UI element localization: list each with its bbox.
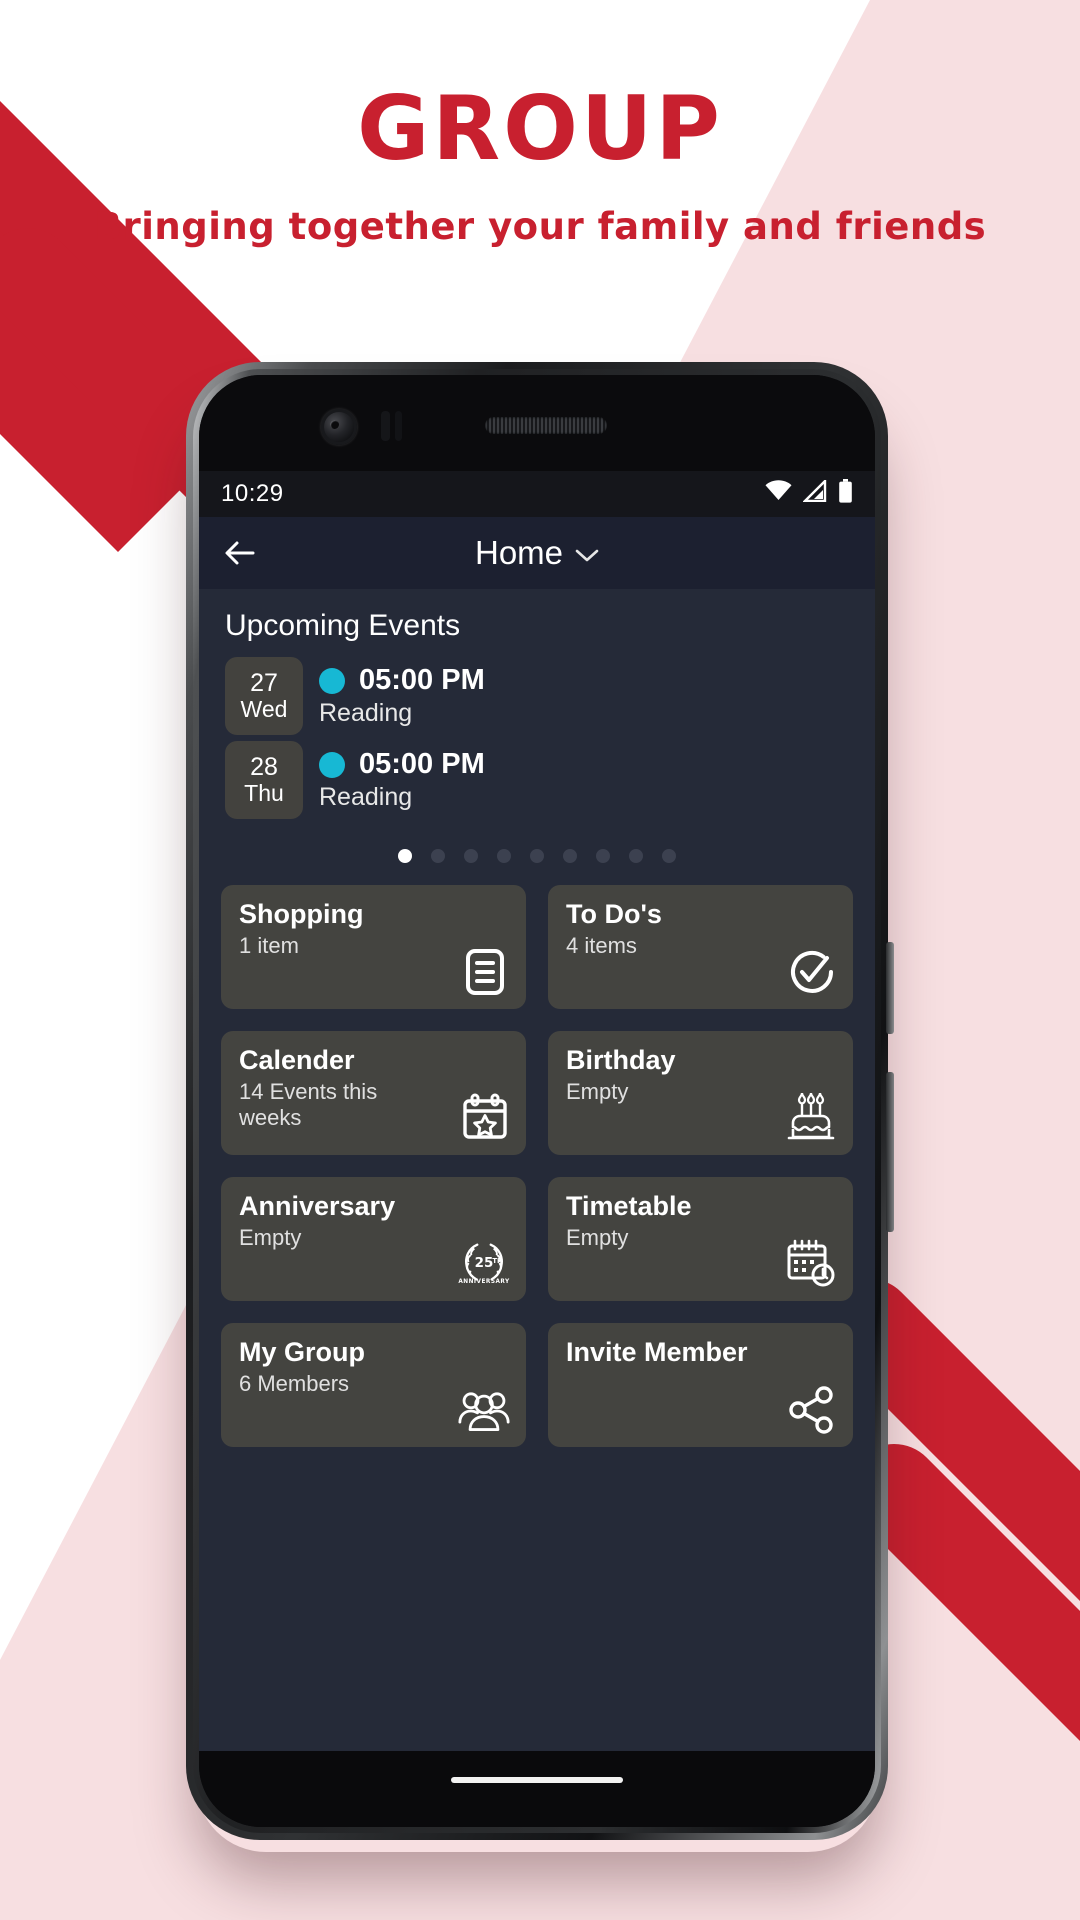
feature-card-grid: Shopping 1 item To Do's 4 items Calender… — [199, 885, 875, 1447]
upcoming-events-heading: Upcoming Events — [225, 609, 461, 642]
card-my-group[interactable]: My Group 6 Members — [221, 1323, 526, 1447]
card-title: Shopping — [239, 899, 364, 929]
home-content: Upcoming Events 27 Wed 05:00 PM Reading … — [199, 589, 875, 1761]
card-subtitle: 4 items — [566, 933, 637, 959]
event-day: 27 — [250, 668, 278, 697]
event-details: 05:00 PM Reading — [319, 664, 485, 728]
card-invite-member[interactable]: Invite Member — [548, 1323, 853, 1447]
birthday-cake-icon — [785, 1091, 837, 1143]
signal-icon — [802, 477, 827, 509]
svg-text:TH: TH — [492, 1257, 503, 1265]
card-subtitle: Empty — [566, 1079, 629, 1105]
carousel-dot[interactable] — [431, 849, 445, 863]
card-timetable[interactable]: Timetable Empty — [548, 1177, 853, 1301]
status-bar-icons — [765, 477, 853, 510]
calendar-star-icon — [458, 1091, 510, 1143]
check-circle-icon — [785, 945, 837, 997]
share-icon — [785, 1383, 837, 1435]
battery-icon — [838, 478, 853, 510]
power-button[interactable] — [886, 942, 894, 1034]
card-todos[interactable]: To Do's 4 items — [548, 885, 853, 1009]
event-color-dot-icon — [319, 667, 345, 694]
card-title: Anniversary — [239, 1191, 396, 1221]
card-title: Calender — [239, 1045, 355, 1075]
status-bar: 10:29 — [199, 471, 875, 517]
phone-frame-outer: 10:29 Home Upcoming Events 27 Wed 05:00 … — [186, 362, 888, 1840]
app-bar: Home — [199, 517, 875, 589]
carousel-dot[interactable] — [563, 849, 577, 863]
card-subtitle: Empty — [566, 1225, 629, 1251]
event-time-row: 05:00 PM — [319, 664, 485, 697]
front-camera-icon — [321, 409, 357, 445]
promo-subtitle: Bringing together your family and friend… — [93, 205, 987, 248]
card-title: To Do's — [566, 899, 662, 929]
phone-frame-inner: 10:29 Home Upcoming Events 27 Wed 05:00 … — [193, 369, 881, 1833]
carousel-dot[interactable] — [596, 849, 610, 863]
event-row[interactable]: 28 Thu 05:00 PM Reading — [199, 741, 875, 825]
svg-text:25: 25 — [475, 1255, 494, 1271]
proximity-sensor-icon — [381, 411, 390, 441]
svg-text:ANNIVERSARY: ANNIVERSARY — [458, 1279, 510, 1285]
back-arrow-icon[interactable] — [223, 536, 257, 570]
phone-screen: 10:29 Home Upcoming Events 27 Wed 05:00 … — [199, 471, 875, 1761]
carousel-dot[interactable] — [629, 849, 643, 863]
event-weekday: Wed — [240, 695, 288, 722]
event-color-dot-icon — [319, 751, 345, 778]
carousel-dot[interactable] — [464, 849, 478, 863]
calendar-clock-icon — [785, 1237, 837, 1289]
app-bar-title-group[interactable]: Home — [199, 534, 875, 572]
card-anniversary[interactable]: Anniversary Empty 25 TH ANNIVERSARY — [221, 1177, 526, 1301]
card-subtitle: 14 Events this weeks — [239, 1079, 378, 1131]
volume-button[interactable] — [886, 1072, 894, 1232]
card-title: My Group — [239, 1337, 365, 1367]
card-shopping[interactable]: Shopping 1 item — [221, 885, 526, 1009]
carousel-dot[interactable] — [662, 849, 676, 863]
phone-mockup: 10:29 Home Upcoming Events 27 Wed 05:00 … — [186, 362, 894, 1840]
card-subtitle: 1 item — [239, 933, 299, 959]
anniversary-wreath-icon: 25 TH ANNIVERSARY — [458, 1237, 510, 1289]
carousel-pager[interactable] — [199, 825, 875, 885]
phone-bottom-bezel — [199, 1751, 875, 1827]
card-calender[interactable]: Calender 14 Events this weeks — [221, 1031, 526, 1155]
list-document-icon — [458, 945, 510, 997]
event-date-chip: 27 Wed — [225, 657, 303, 735]
chevron-down-icon[interactable] — [575, 534, 599, 572]
event-day: 28 — [250, 752, 278, 781]
card-birthday[interactable]: Birthday Empty — [548, 1031, 853, 1155]
phone-top-bezel — [199, 375, 875, 471]
event-title: Reading — [319, 699, 413, 727]
card-title: Timetable — [566, 1191, 692, 1221]
card-subtitle: 6 Members — [239, 1371, 350, 1397]
carousel-dot[interactable] — [530, 849, 544, 863]
phone-body: 10:29 Home Upcoming Events 27 Wed 05:00 … — [199, 375, 875, 1827]
card-title: Invite Member — [566, 1337, 748, 1367]
card-subtitle: Empty — [239, 1225, 302, 1251]
event-weekday: Thu — [244, 779, 284, 806]
card-title: Birthday — [566, 1045, 676, 1075]
wifi-icon — [765, 480, 792, 508]
event-time-row: 05:00 PM — [319, 748, 485, 781]
event-time: 05:00 PM — [359, 664, 485, 696]
event-details: 05:00 PM Reading — [319, 748, 485, 812]
carousel-dot[interactable] — [398, 849, 412, 863]
promo-title: GROUP — [357, 77, 723, 180]
home-indicator[interactable] — [451, 1777, 623, 1783]
carousel-dot[interactable] — [497, 849, 511, 863]
status-bar-clock: 10:29 — [221, 480, 284, 507]
promo-header: GROUP Bringing together your family and … — [0, 0, 1080, 249]
page-title: Home — [474, 534, 564, 571]
event-row[interactable]: 27 Wed 05:00 PM Reading — [199, 657, 875, 741]
event-title: Reading — [319, 783, 413, 811]
event-time: 05:00 PM — [359, 748, 485, 780]
event-date-chip: 28 Thu — [225, 741, 303, 819]
earpiece-speaker-icon — [485, 417, 607, 434]
people-group-icon — [458, 1383, 510, 1435]
light-sensor-icon — [395, 411, 402, 441]
